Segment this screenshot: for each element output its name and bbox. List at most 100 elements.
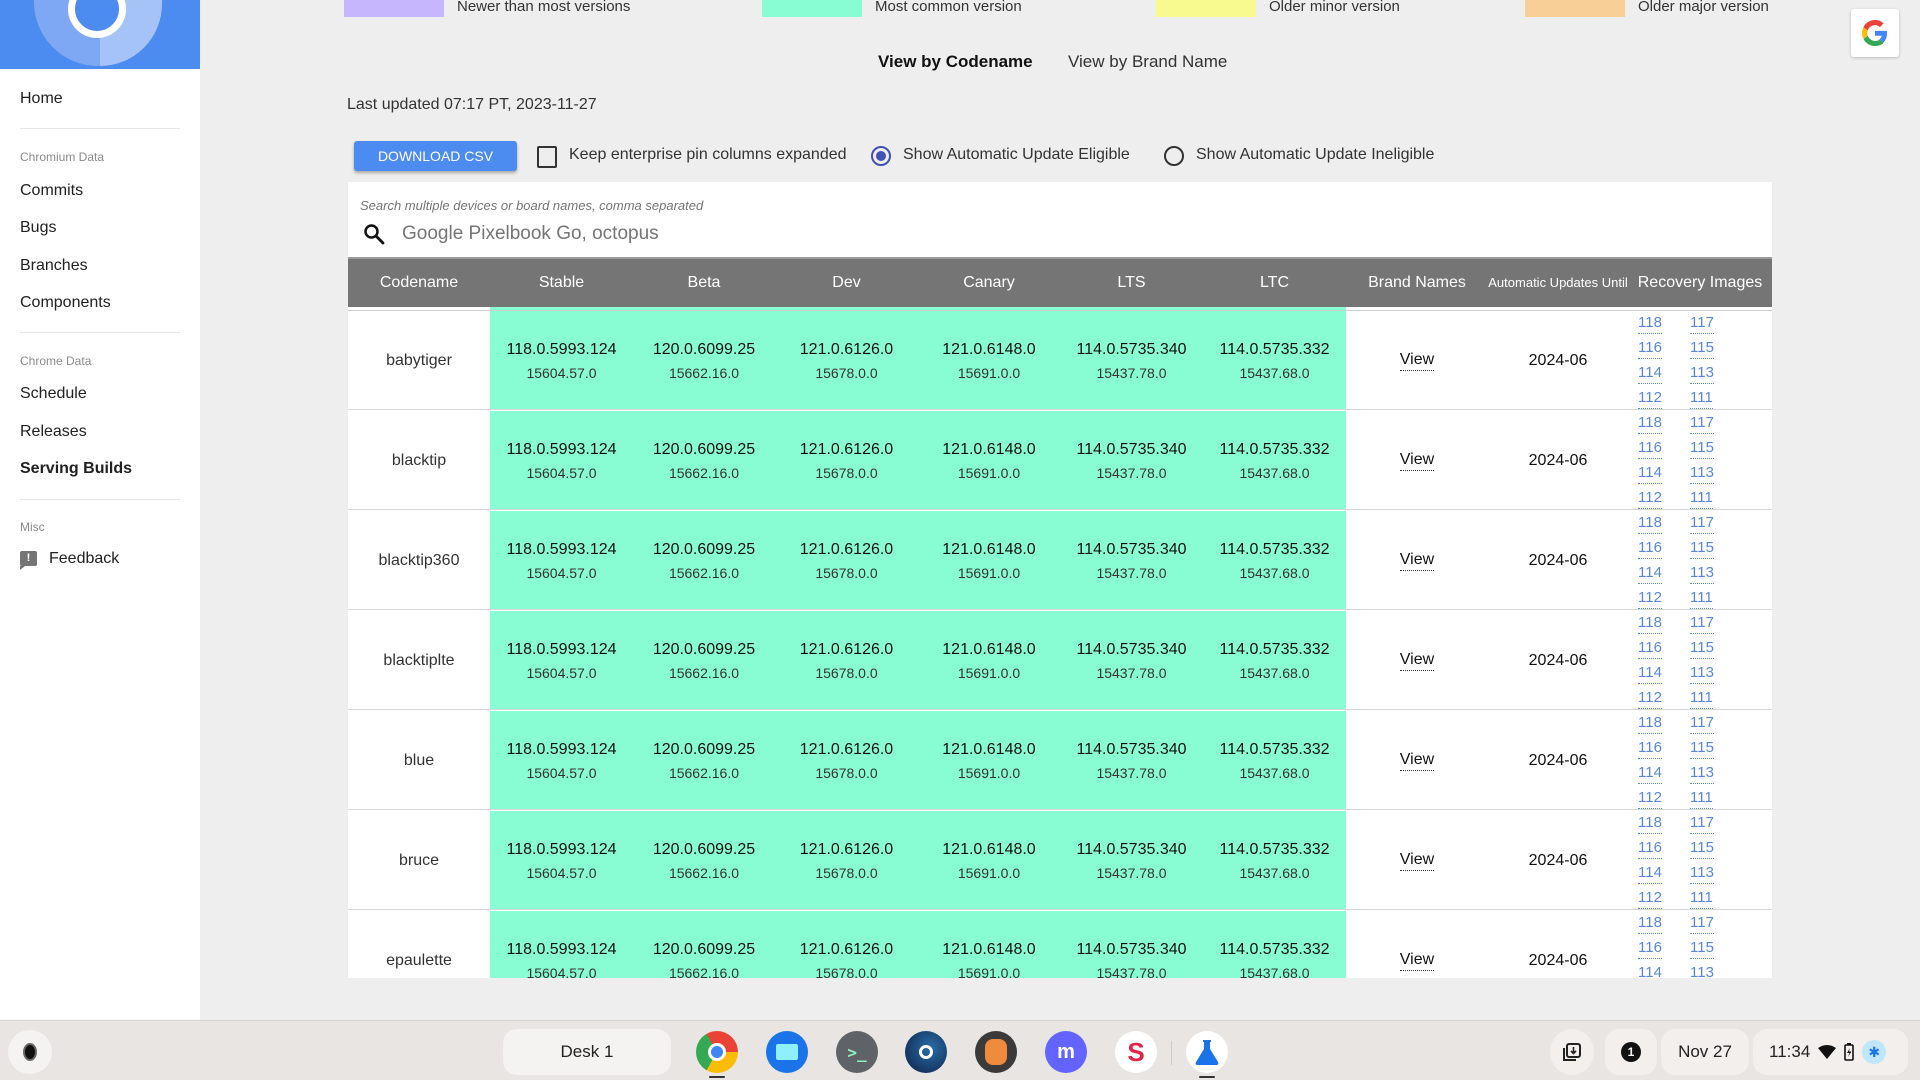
- recovery-image-link[interactable]: 117: [1690, 513, 1714, 534]
- recovery-image-link[interactable]: 118: [1638, 513, 1662, 534]
- view-brand-names-link[interactable]: View: [1399, 551, 1435, 571]
- recovery-image-link[interactable]: 112: [1638, 688, 1662, 709]
- recovery-image-link[interactable]: 111: [1690, 688, 1713, 709]
- sidebar-item-releases[interactable]: Releases: [20, 423, 87, 441]
- recovery-image-link[interactable]: 118: [1638, 813, 1662, 834]
- radio-auto-update-ineligible-label[interactable]: Show Automatic Update Ineligible: [1196, 146, 1434, 164]
- recovery-image-link[interactable]: 113: [1690, 663, 1714, 684]
- recovery-image-link[interactable]: 116: [1638, 538, 1662, 559]
- sidebar-item-branches[interactable]: Branches: [20, 257, 88, 275]
- search-input[interactable]: [402, 220, 1702, 248]
- recovery-image-link[interactable]: 113: [1690, 863, 1714, 884]
- sidebar-item-bugs[interactable]: Bugs: [20, 219, 56, 237]
- view-brand-names-link[interactable]: View: [1399, 751, 1435, 771]
- header-canary[interactable]: Canary: [918, 259, 1060, 307]
- recovery-image-link[interactable]: 117: [1690, 913, 1714, 934]
- recovery-image-link[interactable]: 113: [1690, 363, 1714, 384]
- desk-switcher[interactable]: Desk 1: [503, 1029, 671, 1075]
- header-dev[interactable]: Dev: [775, 259, 918, 307]
- header-stable[interactable]: Stable: [490, 259, 633, 307]
- header-auto-updates-until[interactable]: Automatic Updates Until: [1488, 259, 1628, 307]
- recovery-image-link[interactable]: 115: [1690, 938, 1714, 959]
- recovery-image-link[interactable]: 112: [1638, 388, 1662, 409]
- view-brand-names-link[interactable]: View: [1399, 451, 1435, 471]
- sidebar-item-commits[interactable]: Commits: [20, 182, 83, 200]
- recovery-image-link[interactable]: 117: [1690, 413, 1714, 434]
- recovery-image-link[interactable]: 115: [1690, 838, 1714, 859]
- view-brand-names-link[interactable]: View: [1399, 951, 1435, 971]
- view-brand-names-link[interactable]: View: [1399, 851, 1435, 871]
- recovery-image-link[interactable]: 116: [1638, 438, 1662, 459]
- screenshot-tray-button[interactable]: [1550, 1029, 1594, 1075]
- mastodon-icon[interactable]: m: [1045, 1031, 1087, 1073]
- recovery-image-link[interactable]: 116: [1638, 838, 1662, 859]
- view-brand-names-link[interactable]: View: [1399, 651, 1435, 671]
- radio-auto-update-eligible[interactable]: [871, 146, 891, 166]
- slides-s-icon[interactable]: S: [1115, 1031, 1157, 1073]
- recovery-image-link[interactable]: 118: [1638, 313, 1662, 334]
- recovery-image-link[interactable]: 111: [1690, 788, 1713, 809]
- download-csv-button[interactable]: DOWNLOAD CSV: [354, 141, 517, 171]
- recovery-image-link[interactable]: 116: [1638, 338, 1662, 359]
- recovery-image-link[interactable]: 113: [1690, 563, 1714, 584]
- chromium-logo[interactable]: [0, 0, 200, 69]
- recovery-image-link[interactable]: 115: [1690, 738, 1714, 759]
- recovery-image-link[interactable]: 113: [1690, 763, 1714, 784]
- view-brand-names-link[interactable]: View: [1399, 351, 1435, 371]
- sidebar-item-components[interactable]: Components: [20, 294, 111, 312]
- keep-pin-columns-checkbox[interactable]: [537, 146, 557, 168]
- recovery-image-link[interactable]: 112: [1638, 788, 1662, 809]
- recovery-image-link[interactable]: 117: [1690, 613, 1714, 634]
- recovery-image-link[interactable]: 111: [1690, 388, 1713, 409]
- sidebar-item-home[interactable]: Home: [20, 90, 63, 108]
- recovery-image-link[interactable]: 118: [1638, 913, 1662, 934]
- notification-center-button[interactable]: 1: [1605, 1029, 1657, 1075]
- keep-pin-columns-label[interactable]: Keep enterprise pin columns expanded: [569, 146, 847, 164]
- sidebar-item-feedback[interactable]: Feedback: [49, 550, 119, 568]
- recovery-image-link[interactable]: 113: [1690, 463, 1714, 484]
- terminal-icon[interactable]: >_: [836, 1031, 878, 1073]
- recovery-image-link[interactable]: 114: [1638, 763, 1662, 784]
- recovery-image-link[interactable]: 115: [1690, 538, 1714, 559]
- recovery-image-link[interactable]: 114: [1638, 563, 1662, 584]
- header-brand-names[interactable]: Brand Names: [1346, 259, 1488, 307]
- recovery-image-link[interactable]: 111: [1690, 588, 1713, 609]
- recovery-image-link[interactable]: 115: [1690, 638, 1714, 659]
- recovery-image-link[interactable]: 118: [1638, 413, 1662, 434]
- recovery-image-link[interactable]: 117: [1690, 813, 1714, 834]
- recovery-image-link[interactable]: 114: [1638, 863, 1662, 884]
- files-icon[interactable]: [766, 1031, 808, 1073]
- sidebar-item-schedule[interactable]: Schedule: [20, 385, 87, 403]
- recovery-image-link[interactable]: 114: [1638, 963, 1662, 978]
- recovery-image-link[interactable]: 111: [1690, 888, 1713, 909]
- recovery-image-link[interactable]: 118: [1638, 613, 1662, 634]
- recovery-image-link[interactable]: 114: [1638, 663, 1662, 684]
- google-sign-in-button[interactable]: [1851, 9, 1899, 57]
- date-tray-button[interactable]: Nov 27: [1661, 1029, 1749, 1075]
- recovery-image-link[interactable]: 116: [1638, 638, 1662, 659]
- recovery-image-link[interactable]: 112: [1638, 888, 1662, 909]
- steam-icon[interactable]: [905, 1031, 947, 1073]
- recovery-image-link[interactable]: 115: [1690, 438, 1714, 459]
- header-codename[interactable]: Codename: [348, 259, 490, 307]
- recovery-image-link[interactable]: 113: [1690, 963, 1714, 978]
- recovery-image-link[interactable]: 116: [1638, 738, 1662, 759]
- beaker-icon[interactable]: [1186, 1031, 1228, 1073]
- chrome-icon[interactable]: [696, 1031, 738, 1073]
- recovery-image-link[interactable]: 111: [1690, 488, 1713, 509]
- recovery-image-link[interactable]: 118: [1638, 713, 1662, 734]
- recovery-image-link[interactable]: 117: [1690, 313, 1714, 334]
- header-beta[interactable]: Beta: [633, 259, 775, 307]
- recovery-image-link[interactable]: 112: [1638, 488, 1662, 509]
- recovery-image-link[interactable]: 112: [1638, 588, 1662, 609]
- recovery-image-link[interactable]: 116: [1638, 938, 1662, 959]
- recovery-image-link[interactable]: 115: [1690, 338, 1714, 359]
- system-tray-button[interactable]: 11:34 ✱: [1753, 1029, 1908, 1075]
- tab-view-by-codename[interactable]: View by Codename: [878, 52, 1033, 72]
- recovery-image-link[interactable]: 114: [1638, 463, 1662, 484]
- tab-view-by-brand-name[interactable]: View by Brand Name: [1068, 52, 1227, 72]
- radio-auto-update-ineligible[interactable]: [1164, 146, 1184, 166]
- sidebar-item-serving-builds[interactable]: Serving Builds: [20, 460, 132, 478]
- header-ltc[interactable]: LTC: [1203, 259, 1346, 307]
- launcher-button[interactable]: [8, 1030, 52, 1074]
